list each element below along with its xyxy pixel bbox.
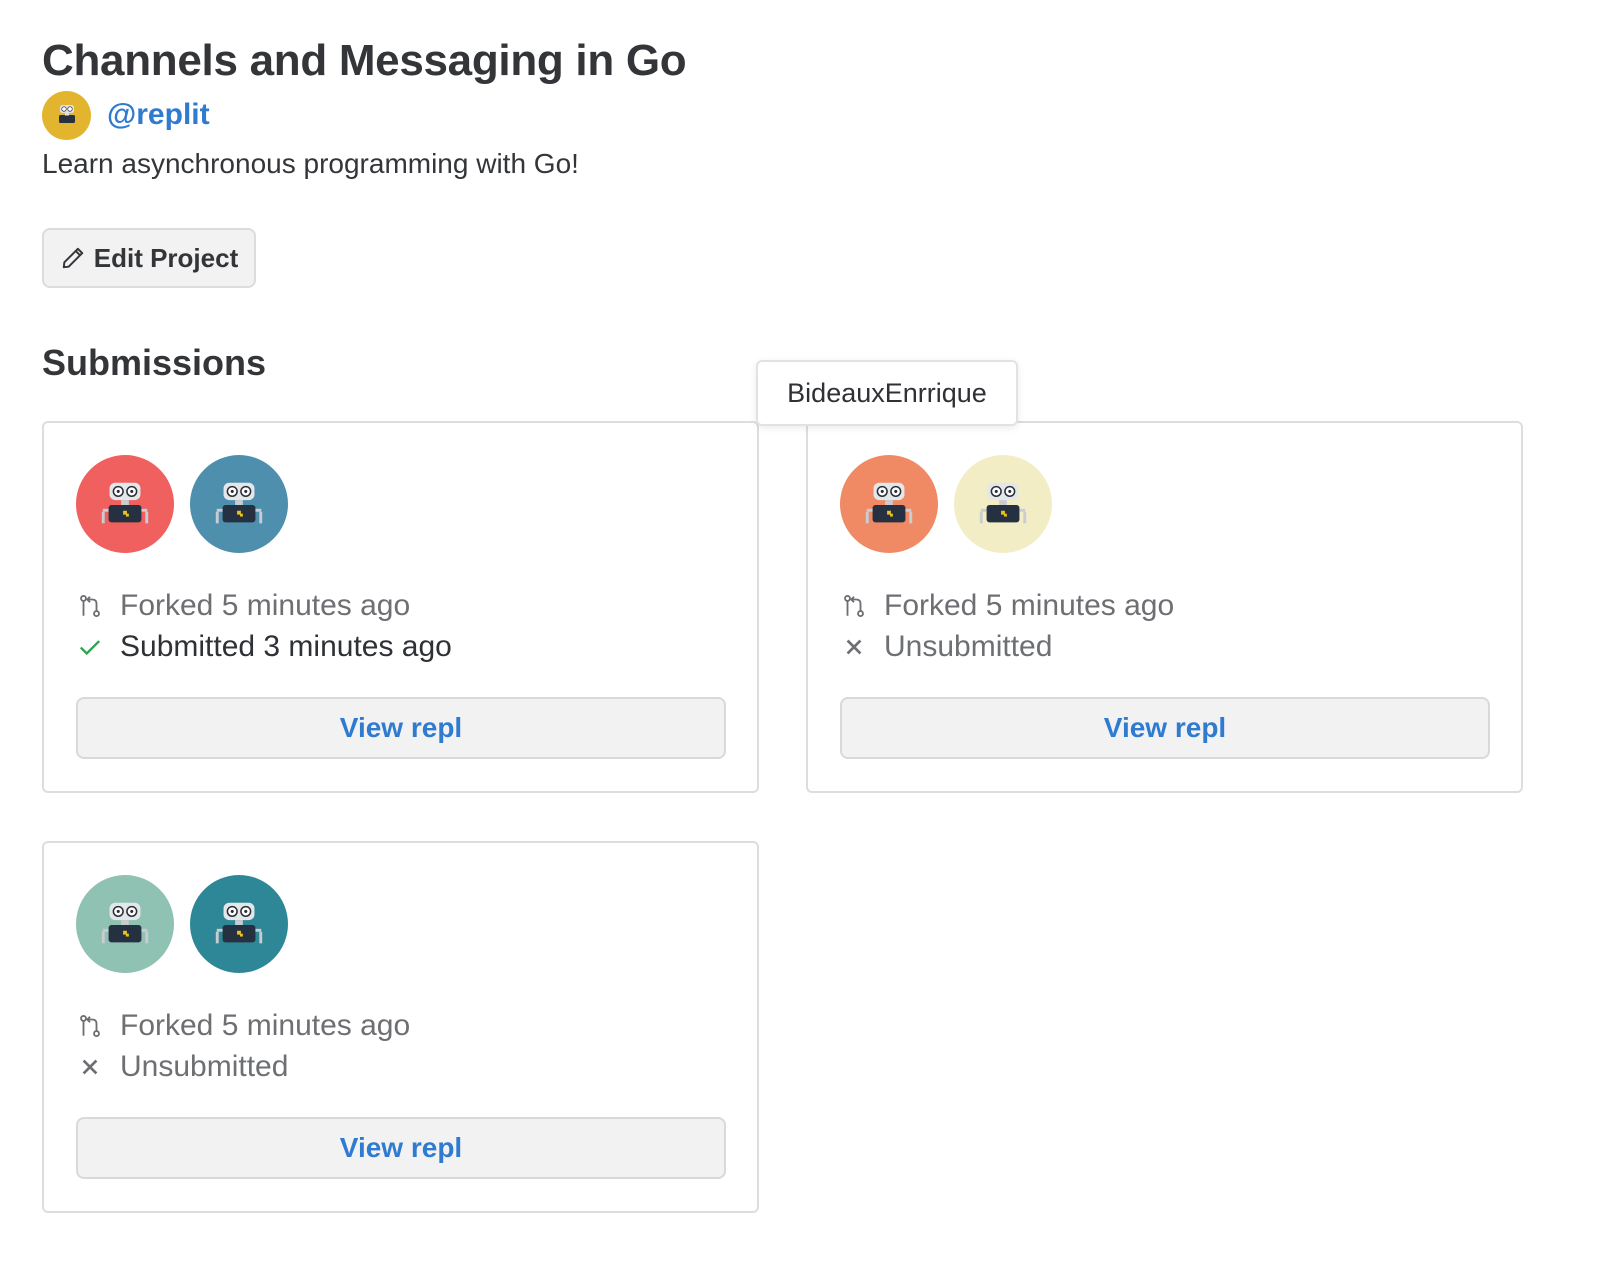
page-title: Channels and Messaging in Go xyxy=(42,36,687,85)
fork-icon-wrap xyxy=(76,592,104,620)
status-icon-wrap xyxy=(76,1053,104,1081)
author-row: @replit xyxy=(42,90,1524,140)
author-avatar[interactable] xyxy=(42,90,91,140)
user-avatar[interactable] xyxy=(954,455,1052,553)
author-link[interactable]: @replit xyxy=(107,98,210,132)
fork-icon-wrap xyxy=(76,1012,104,1040)
robot-icon xyxy=(58,105,75,123)
user-avatar[interactable] xyxy=(76,875,174,973)
robot-icon xyxy=(215,482,263,524)
status-text: Unsubmitted xyxy=(120,1049,289,1083)
status-row: Submitted 3 minutes ago xyxy=(76,626,452,667)
status-row: Unsubmitted xyxy=(840,626,1174,667)
project-page: Channels and Messaging in Go @replit Lea… xyxy=(42,34,1524,383)
robot-icon xyxy=(979,482,1027,524)
user-avatar[interactable] xyxy=(76,455,174,553)
status-text: Unsubmitted xyxy=(884,629,1053,663)
user-avatar[interactable] xyxy=(840,455,938,553)
x-icon xyxy=(846,639,862,654)
pencil-icon xyxy=(62,247,83,269)
forked-text: Forked 5 minutes ago xyxy=(120,588,411,622)
user-avatar[interactable] xyxy=(190,875,288,973)
submission-card: Forked 5 minutes ago Unsubmitted View repl xyxy=(42,841,759,1213)
x-icon xyxy=(82,1059,98,1074)
robot-icon xyxy=(101,482,149,524)
robot-icon xyxy=(101,902,149,944)
submission-card: Forked 5 minutes ago Unsubmitted View repl xyxy=(806,421,1523,793)
fork-icon xyxy=(80,1014,100,1037)
robot-icon xyxy=(865,482,913,524)
submission-avatars xyxy=(76,455,288,553)
user-avatar[interactable] xyxy=(190,455,288,553)
submission-avatars xyxy=(840,455,1052,553)
status-text: Submitted 3 minutes ago xyxy=(120,629,452,663)
fork-icon-wrap xyxy=(840,592,868,620)
forked-row: Forked 5 minutes ago xyxy=(76,1005,410,1046)
submissions-heading: Submissions xyxy=(42,342,267,383)
status-icon-wrap xyxy=(840,633,868,661)
submission-meta: Forked 5 minutes ago Unsubmitted xyxy=(76,1005,410,1087)
submission-meta: Forked 5 minutes ago Unsubmitted xyxy=(840,585,1174,667)
avatar-tooltip: BideauxEnrrique xyxy=(756,360,1018,426)
submission-meta: Forked 5 minutes ago Submitted 3 minutes … xyxy=(76,585,452,667)
forked-row: Forked 5 minutes ago xyxy=(840,585,1174,626)
project-description: Learn asynchronous programming with Go! xyxy=(42,148,579,179)
fork-icon xyxy=(844,594,864,617)
view-repl-button[interactable]: View repl xyxy=(76,1117,726,1179)
view-repl-button[interactable]: View repl xyxy=(76,697,726,759)
submission-card: Forked 5 minutes ago Submitted 3 minutes … xyxy=(42,421,759,793)
fork-icon xyxy=(80,594,100,617)
check-icon xyxy=(79,639,101,655)
forked-text: Forked 5 minutes ago xyxy=(884,588,1175,622)
edit-project-button[interactable]: Edit Project xyxy=(42,228,256,288)
status-icon-wrap xyxy=(76,633,104,661)
submission-avatars xyxy=(76,875,288,973)
status-row: Unsubmitted xyxy=(76,1046,410,1087)
view-repl-button[interactable]: View repl xyxy=(840,697,1490,759)
robot-icon xyxy=(215,902,263,944)
forked-row: Forked 5 minutes ago xyxy=(76,585,452,626)
forked-text: Forked 5 minutes ago xyxy=(120,1008,411,1042)
edit-project-label: Edit Project xyxy=(93,242,239,273)
